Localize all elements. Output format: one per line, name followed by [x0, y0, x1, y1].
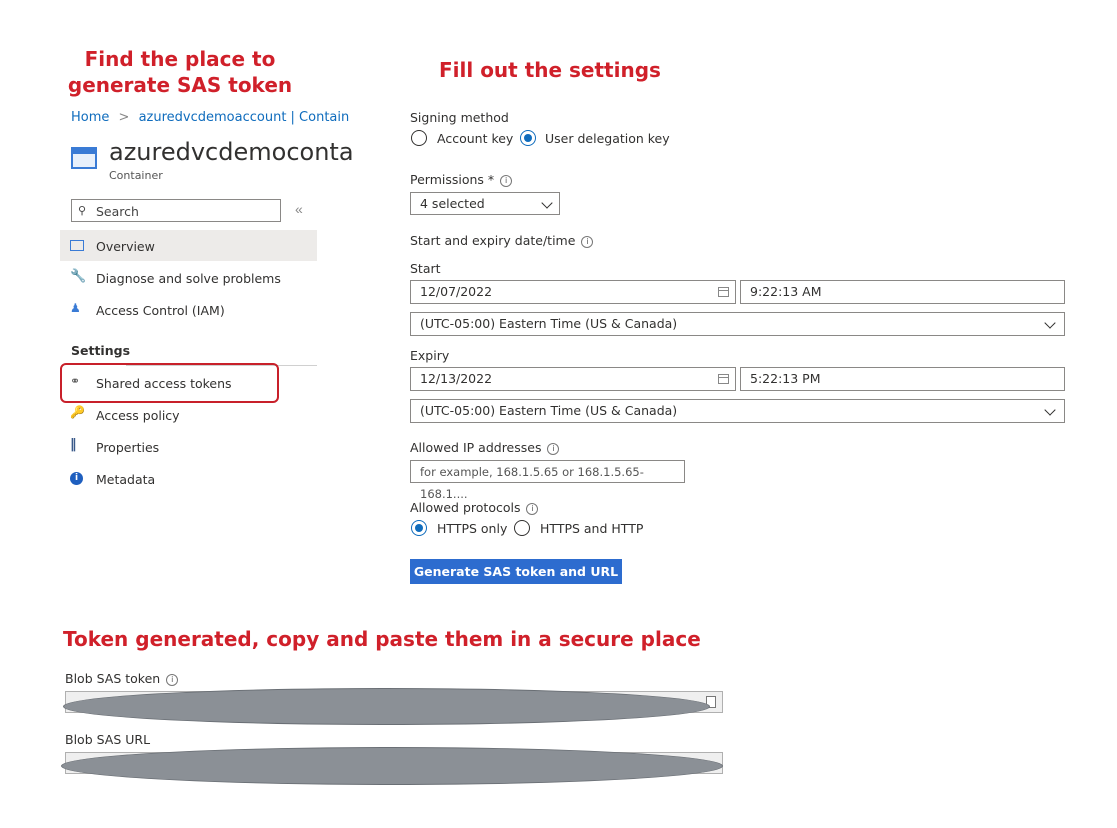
blob-sas-token-label: Blob SAS token i [65, 671, 179, 686]
breadcrumb-separator: > [118, 110, 130, 125]
date-info-icon[interactable]: i [581, 235, 594, 248]
expiry-time-input[interactable]: 5:22:13 PM [740, 367, 1065, 391]
permissions-label-text: Permissions * [410, 172, 495, 187]
search-placeholder: Search [96, 204, 139, 219]
key-icon: 🔑 [70, 405, 85, 419]
ip-info-icon[interactable]: i [547, 442, 560, 455]
expiry-date-input[interactable]: 12/13/2022 [410, 367, 736, 391]
overview-icon [70, 240, 84, 251]
start-time-input[interactable]: 9:22:13 AM [740, 280, 1065, 304]
sidebar-item-iam[interactable]: ♟ Access Control (IAM) [60, 295, 317, 325]
allowed-ip-label: Allowed IP addresses i [410, 440, 560, 455]
info-icon: i [70, 472, 83, 485]
people-icon: ♟ [70, 301, 81, 315]
permissions-info-icon[interactable]: i [500, 174, 513, 187]
chevron-down-icon [541, 197, 553, 209]
token-info-icon[interactable]: i [166, 673, 179, 686]
sidebar-item-access-policy[interactable]: 🔑 Access policy [60, 400, 317, 430]
sidebar-item-label: Access policy [96, 408, 180, 423]
permissions-dropdown[interactable]: 4 selected [410, 192, 560, 215]
user-delegation-key-label: User delegation key [545, 131, 670, 146]
sidebar-item-properties[interactable]: ‖ Properties [60, 432, 317, 462]
breadcrumb: Home > azuredvcdemoaccount | Contain [71, 110, 349, 125]
expiry-timezone-dropdown[interactable]: (UTC-05:00) Eastern Time (US & Canada) [410, 399, 1065, 423]
chevron-down-icon [1044, 404, 1056, 416]
start-date-value: 12/07/2022 [420, 284, 493, 299]
allowed-ip-label-text: Allowed IP addresses [410, 440, 542, 455]
permissions-label: Permissions * i [410, 172, 513, 187]
calendar-icon[interactable] [718, 287, 729, 297]
search-input[interactable]: ⚲ Search [71, 199, 281, 222]
start-timezone-dropdown[interactable]: (UTC-05:00) Eastern Time (US & Canada) [410, 312, 1065, 336]
container-icon [71, 147, 97, 169]
generate-sas-button[interactable]: Generate SAS token and URL [410, 559, 622, 584]
https-and-http-radio[interactable] [514, 520, 530, 536]
sidebar-item-label: Overview [96, 239, 155, 254]
url-redaction [61, 747, 723, 785]
expiry-date-value: 12/13/2022 [420, 371, 493, 386]
https-and-http-label: HTTPS and HTTP [540, 521, 644, 536]
left-annotation-line2: generate SAS token [67, 73, 293, 97]
sidebar-item-label: Properties [96, 440, 160, 455]
sidebar-item-label: Metadata [96, 472, 156, 487]
wrench-icon: 🔧 [70, 269, 87, 284]
allowed-protocols-label: Allowed protocols i [410, 500, 539, 515]
expiry-timezone-value: (UTC-05:00) Eastern Time (US & Canada) [420, 403, 678, 418]
start-date-input[interactable]: 12/07/2022 [410, 280, 736, 304]
right-annotation-title: Fill out the settings [439, 58, 661, 82]
start-timezone-value: (UTC-05:00) Eastern Time (US & Canada) [420, 316, 678, 331]
search-icon: ⚲ [78, 205, 87, 217]
resource-type: Container [109, 169, 163, 182]
protocols-info-icon[interactable]: i [526, 502, 539, 515]
chevron-down-icon [1044, 317, 1056, 329]
expiry-time-value: 5:22:13 PM [750, 371, 821, 386]
sidebar-item-diagnose[interactable]: 🔧 Diagnose and solve problems [60, 263, 317, 293]
allowed-ip-input[interactable]: for example, 168.1.5.65 or 168.1.5.65-16… [410, 460, 685, 501]
allowed-ip-placeholder: for example, 168.1.5.65 or 168.1.5.65-16… [420, 465, 644, 501]
breadcrumb-home[interactable]: Home [71, 110, 109, 125]
sidebar-item-metadata[interactable]: i Metadata [60, 464, 317, 494]
https-only-label: HTTPS only [437, 521, 508, 536]
https-only-radio[interactable] [411, 520, 427, 536]
collapse-sidebar-button[interactable]: « [295, 201, 303, 217]
settings-section-header: Settings [71, 343, 131, 358]
token-redaction [63, 688, 710, 725]
left-annotation-line1: Find the place to [84, 47, 276, 71]
date-section-label: Start and expiry date/time i [410, 233, 594, 248]
breadcrumb-account[interactable]: azuredvcdemoaccount | Contain [139, 110, 350, 125]
generate-sas-button-label: Generate SAS token and URL [413, 564, 619, 579]
permissions-value: 4 selected [420, 196, 485, 211]
properties-icon: ‖ [70, 437, 77, 452]
left-annotation-title: Find the place to generate SAS token [60, 46, 300, 98]
blob-sas-url-label: Blob SAS URL [65, 732, 151, 747]
signing-method-label: Signing method [410, 110, 509, 125]
start-label: Start [410, 261, 441, 276]
user-delegation-key-radio[interactable] [520, 130, 536, 146]
date-section-label-text: Start and expiry date/time [410, 233, 576, 248]
account-key-label: Account key [437, 131, 514, 146]
expiry-label: Expiry [410, 348, 450, 363]
sidebar-item-label: Access Control (IAM) [96, 303, 225, 318]
sidebar-item-label: Diagnose and solve problems [96, 271, 281, 286]
start-time-value: 9:22:13 AM [750, 284, 822, 299]
blob-sas-token-label-text: Blob SAS token [65, 671, 161, 686]
allowed-protocols-label-text: Allowed protocols [410, 500, 521, 515]
highlight-box [60, 363, 279, 403]
resource-name: azuredvcdemoconta [109, 138, 354, 166]
account-key-radio[interactable] [411, 130, 427, 146]
bottom-annotation-title: Token generated, copy and paste them in … [63, 627, 701, 651]
sidebar-item-overview[interactable]: Overview [60, 230, 317, 261]
calendar-icon[interactable] [718, 374, 729, 384]
